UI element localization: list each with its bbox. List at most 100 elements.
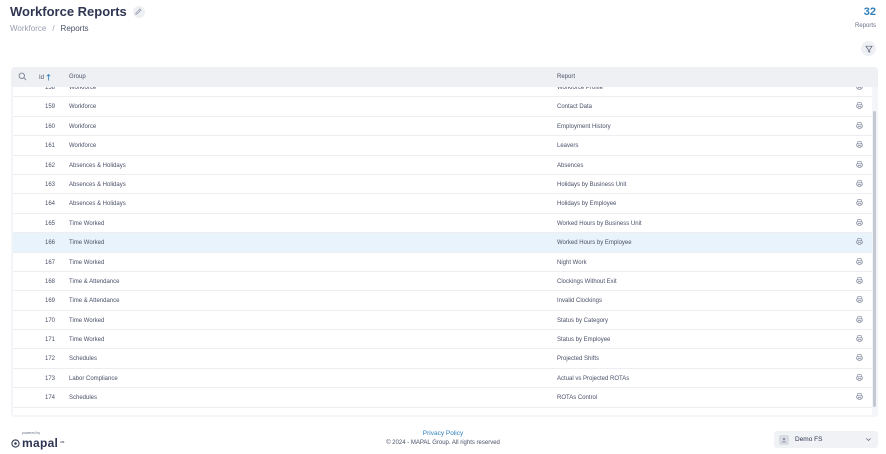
footer: powered by mapal os Privacy Policy © 202… — [0, 425, 886, 454]
row-group: Time Worked — [69, 337, 105, 344]
row-report: Absences — [557, 162, 584, 169]
table-row[interactable]: 163 Absences & Holidays Holidays by Busine… — [13, 175, 872, 195]
row-id: 164 — [45, 201, 56, 208]
table-row[interactable]: 172 Schedules Projected Shifts — [13, 349, 872, 369]
reports-count-label: Reports — [854, 23, 876, 29]
row-id: 168 — [45, 278, 56, 285]
print-icon[interactable] — [856, 238, 863, 247]
breadcrumb-reports: Reports — [60, 24, 89, 33]
row-group: Absences & Holidays — [69, 181, 126, 188]
row-id: 169 — [45, 298, 56, 305]
row-group: Time Worked — [69, 220, 105, 227]
breadcrumb: Workforce / Reports — [10, 24, 145, 33]
breadcrumb-separator: / — [52, 24, 55, 33]
row-id: 171 — [45, 337, 56, 344]
row-id: 174 — [45, 395, 56, 402]
row-id: 172 — [45, 356, 56, 363]
table-row[interactable]: 168 Time & Attendance Clockings Without Ex… — [13, 272, 872, 292]
column-header-report[interactable]: Report — [557, 74, 575, 80]
row-id: 166 — [45, 240, 56, 247]
row-report: Leavers — [557, 143, 579, 150]
print-icon[interactable] — [856, 374, 863, 383]
table-rows: 158 Workforce Workforce Profile 159 Workforc… — [13, 87, 872, 408]
row-group: Time & Attendance — [69, 278, 120, 285]
column-header-id-label: Id — [39, 74, 45, 81]
row-group: Workforce — [69, 87, 97, 91]
print-icon[interactable] — [856, 277, 863, 286]
row-report: Workforce Profile — [557, 87, 603, 91]
row-report: Employment History — [557, 123, 611, 130]
table-row[interactable]: 167 Time Worked Night Work — [13, 253, 872, 272]
print-icon[interactable] — [856, 122, 863, 131]
page-header: Workforce Reports Workforce / Reports — [10, 4, 145, 33]
table-row[interactable]: 158 Workforce Workforce Profile — [13, 87, 872, 98]
privacy-policy-link[interactable]: Privacy Policy — [0, 430, 886, 437]
print-icon[interactable] — [856, 296, 863, 305]
row-id: 167 — [45, 259, 56, 266]
table-row[interactable]: 174 Schedules ROTAs Control — [13, 388, 872, 408]
table-row[interactable]: 159 Workforce Contact Data — [13, 97, 872, 117]
row-id: 163 — [45, 181, 56, 188]
row-id: 159 — [45, 104, 56, 111]
page-title: Workforce Reports — [10, 4, 127, 19]
table-body: 158 Workforce Workforce Profile 159 Workforc… — [13, 87, 872, 415]
row-report: Actual vs Projected ROTAs — [557, 375, 630, 382]
row-group: Time Worked — [69, 240, 105, 247]
row-report: Holidays by Business Unit — [557, 181, 627, 188]
row-report: Worked Hours by Employee — [557, 240, 632, 247]
breadcrumb-workforce[interactable]: Workforce — [10, 24, 46, 33]
search-icon[interactable] — [18, 72, 27, 83]
table-row[interactable]: 165 Time Worked Worked Hours by Business U… — [13, 214, 872, 234]
print-icon[interactable] — [856, 199, 863, 208]
print-icon[interactable] — [856, 160, 863, 170]
row-report: Projected Shifts — [557, 356, 600, 363]
table-row[interactable]: 162 Absences & Holidays Absences — [13, 156, 872, 175]
print-icon[interactable] — [856, 316, 863, 325]
filter-icon — [864, 45, 873, 53]
table-row[interactable]: 171 Time Worked Status by Employee — [13, 330, 872, 350]
print-icon[interactable] — [856, 141, 863, 150]
filter-button[interactable] — [861, 41, 876, 56]
print-icon[interactable] — [856, 393, 863, 402]
print-icon[interactable] — [856, 219, 863, 228]
row-id: 160 — [45, 123, 56, 130]
user-avatar-icon — [779, 434, 789, 445]
table-header: Id Group Report — [11, 67, 878, 87]
footer-links: Privacy Policy © 2024 - MAPAL Group. All… — [0, 430, 886, 446]
table-row[interactable]: 166 Time Worked Worked Hours by Employee — [13, 233, 872, 253]
row-id: 158 — [45, 87, 56, 91]
table-row[interactable]: 173 Labor Compliance Actual vs Projected R… — [13, 369, 872, 389]
row-report: ROTAs Control — [557, 395, 598, 402]
print-icon[interactable] — [856, 257, 863, 267]
chevron-down-icon — [866, 438, 871, 442]
table-row[interactable]: 164 Absences & Holidays Holidays by Employ… — [13, 194, 872, 214]
row-group: Schedules — [69, 395, 98, 402]
print-icon[interactable] — [856, 102, 863, 111]
reports-counter: 32 Reports — [855, 6, 876, 29]
row-report: Contact Data — [557, 104, 593, 111]
row-group: Absences & Holidays — [69, 201, 126, 208]
row-group: Workforce — [69, 104, 97, 111]
row-report: Status by Employee — [557, 337, 611, 344]
print-icon[interactable] — [856, 180, 863, 189]
row-id: 162 — [45, 162, 56, 169]
row-group: Time Worked — [69, 317, 105, 324]
table-row[interactable]: 169 Time & Attendance Invalid Clockings — [13, 291, 872, 311]
user-selector[interactable]: Demo FS — [774, 431, 878, 448]
row-report: Holidays by Employee — [557, 201, 617, 208]
print-icon[interactable] — [856, 335, 863, 344]
table-row[interactable]: 170 Time Worked Status by Category — [13, 311, 872, 331]
row-report: Invalid Clockings — [557, 298, 603, 305]
table-row[interactable]: 160 Workforce Employment History — [13, 117, 872, 137]
row-id: 165 — [45, 220, 56, 227]
edit-icon[interactable] — [132, 5, 145, 18]
sort-asc-icon — [46, 74, 51, 81]
row-group: Absences & Holidays — [69, 162, 126, 169]
column-header-group[interactable]: Group — [69, 74, 86, 80]
print-icon[interactable] — [856, 354, 863, 363]
table-scrollbar[interactable] — [873, 111, 876, 407]
row-id: 161 — [45, 143, 56, 150]
print-icon[interactable] — [856, 87, 863, 92]
column-header-id[interactable]: Id — [39, 74, 51, 81]
table-row[interactable]: 161 Workforce Leavers — [13, 136, 872, 156]
